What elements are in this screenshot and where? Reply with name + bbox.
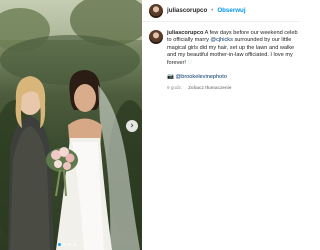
carousel-dot <box>73 243 76 246</box>
caption-text: to officially marry <box>167 37 211 44</box>
carousel-indicator <box>58 243 76 246</box>
avatar[interactable] <box>149 3 163 18</box>
heart-emoji-icon: ♡ <box>187 59 193 66</box>
avatar[interactable] <box>149 30 163 44</box>
post-sidebar: juliascorupco • Obserwuj juliascorupco A… <box>142 0 300 250</box>
caption-line: forever! ♡ <box>167 60 300 67</box>
carousel-dot <box>58 243 61 246</box>
post-photo[interactable]: › <box>0 0 142 250</box>
post-header: juliascorupco • Obserwuj <box>142 0 300 22</box>
caption-line: juliascorupco A few days before our week… <box>167 30 300 37</box>
chevron-right-icon: › <box>130 120 134 131</box>
caption-text: A few days before our weekend celeb <box>204 30 298 36</box>
caption-line: and my beautiful mother-in-law officiate… <box>167 52 293 59</box>
mention-link[interactable]: @cjhicks <box>210 37 232 43</box>
follow-button[interactable]: Obserwuj <box>217 7 245 14</box>
caption-meta: 9 godz. Zobacz tłumaczenie <box>167 85 300 90</box>
separator-dot: • <box>211 7 214 14</box>
caption-author-link[interactable]: juliascorupco <box>167 30 203 36</box>
caption-comment: juliascorupco A few days before our week… <box>142 22 300 90</box>
username-link[interactable]: juliascorupco <box>167 7 207 14</box>
caption-text: forever! <box>167 59 188 66</box>
wedding-photo-illustration <box>0 0 142 250</box>
photo-credit-line: 📷 @brookelevinephoto <box>167 74 300 81</box>
carousel-dot <box>63 243 66 246</box>
carousel-dot <box>68 243 71 246</box>
see-translation-button[interactable]: Zobacz tłumaczenie <box>188 85 231 90</box>
post-timestamp[interactable]: 9 godz. <box>167 85 182 90</box>
next-image-button[interactable]: › <box>126 120 138 132</box>
caption-text: surrounded by our little <box>232 37 292 44</box>
caption-body: juliascorupco A few days before our week… <box>167 30 300 90</box>
caption-line: to officially marry @cjhicks surrounded … <box>167 37 300 44</box>
photographer-mention-link[interactable]: @brookelevinephoto <box>176 74 227 80</box>
camera-emoji-icon: 📷 <box>167 74 174 81</box>
caption-line: magical girls did my hair, set up the la… <box>167 44 295 51</box>
